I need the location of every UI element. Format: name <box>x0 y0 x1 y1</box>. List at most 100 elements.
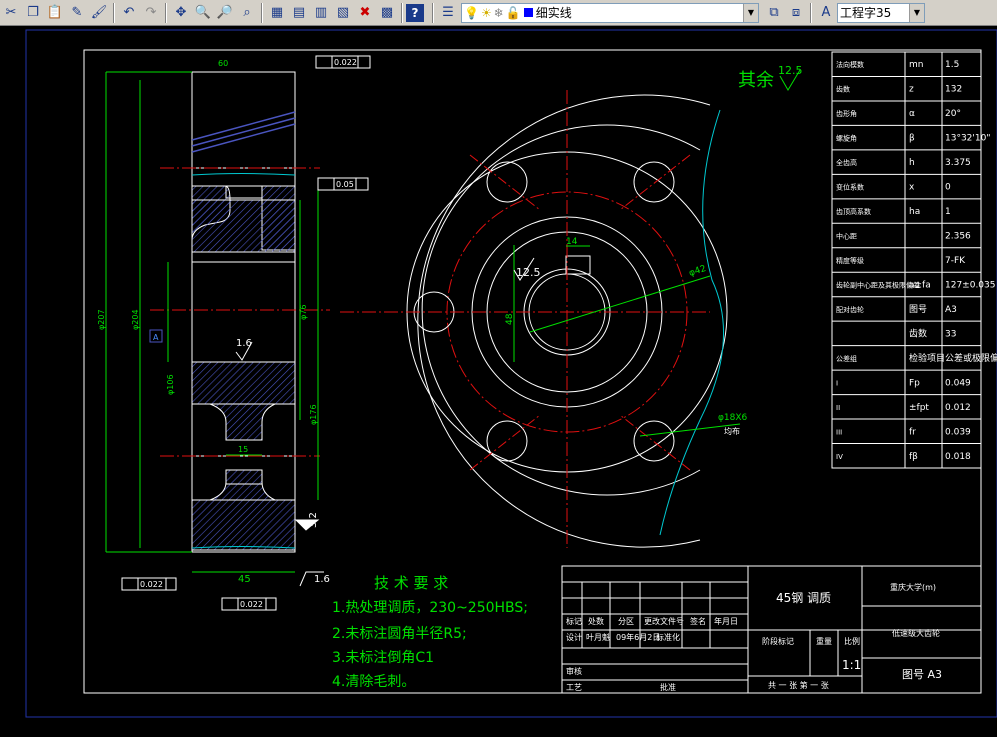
param-sym-cell: a±fa <box>909 280 931 290</box>
pan-icon[interactable]: ✥ <box>170 2 192 24</box>
datum-a: A <box>153 333 159 342</box>
param-val-cell: 0.049 <box>945 378 971 388</box>
label-scale: 比例 <box>844 636 860 646</box>
tech-requirements: 技 术 要 求 1.热处理调质，230~250HBS; 2.未标注圆角半径R5;… <box>332 574 528 690</box>
param-sym-cell: fr <box>909 427 916 437</box>
part-name: 低速级大齿轮 <box>892 628 940 638</box>
param-val-cell: 1.5 <box>945 60 959 70</box>
label-mark: 标记 <box>566 616 582 626</box>
dimensions-front: 48 14 φ42 φ18X6 均布 12.5 <box>505 237 748 437</box>
keyway-depth: 48 <box>505 313 515 325</box>
sheet-set-icon[interactable]: ▧ <box>332 2 354 24</box>
param-sym-cell: fβ <box>909 452 918 462</box>
param-sym-cell: ha <box>909 207 920 217</box>
text-style-name: 工程字35 <box>840 6 892 20</box>
paste-icon[interactable]: 📋 <box>44 2 66 24</box>
hole-bore: φ42 <box>688 264 708 279</box>
material: 45钢 调质 <box>776 591 831 605</box>
param-name-cell: 全齿高 <box>836 158 857 167</box>
help-icon[interactable]: ? <box>406 3 424 22</box>
layer-prev-icon[interactable]: ⧉ <box>763 2 785 24</box>
param-name-cell: 配对齿轮 <box>836 305 864 314</box>
dim-207: φ207 <box>97 309 106 330</box>
zoom-realtime-icon[interactable]: 🔍 <box>192 2 214 24</box>
param-sym-cell: mn <box>909 60 923 70</box>
sun-icon: ☀ <box>480 5 492 20</box>
tech-req-title: 技 术 要 求 <box>374 574 448 592</box>
tol-4: 0.022 <box>240 600 263 609</box>
param-sym-cell: α <box>909 109 915 119</box>
param-val-cell: 33 <box>945 329 956 339</box>
copy-icon[interactable]: ❐ <box>22 2 44 24</box>
separator <box>810 2 812 23</box>
param-sym-cell: 齿数 <box>909 327 927 339</box>
match-prop-icon[interactable]: ✎ <box>66 2 88 24</box>
label-design: 设计 <box>566 632 582 642</box>
label-approve: 批准 <box>660 682 676 692</box>
param-name-cell: 齿形角 <box>836 109 857 118</box>
text-style-dropdown[interactable]: 工程字35 ▼ <box>837 2 925 23</box>
param-name-cell: 法向模数 <box>836 60 864 69</box>
param-name-cell: III <box>836 428 842 436</box>
lock-icon: 🔓 <box>505 5 521 20</box>
dim-204: φ204 <box>131 309 140 330</box>
calculator-icon[interactable]: ▩ <box>376 2 398 24</box>
std: 标准化 <box>656 632 680 642</box>
label-zone: 分区 <box>618 617 634 626</box>
redo-icon[interactable]: ↷ <box>140 2 162 24</box>
title-block: 45钢 调质 重庆大学(m) 低速级大齿轮 图号 A3 1:1 共 一 张 第 … <box>561 565 982 694</box>
keyway-width: 14 <box>566 237 578 247</box>
separator <box>165 2 167 23</box>
param-val-cell: 132 <box>945 85 962 95</box>
markup-icon[interactable]: ✖ <box>354 2 376 24</box>
holes-label: φ18X6 <box>718 413 748 423</box>
holes-note: 均布 <box>724 426 740 436</box>
bulb-icon: 💡 <box>464 5 479 20</box>
layer-dropdown[interactable]: 💡 ☀ ❄ 🔓 细实线 ▼ <box>461 2 759 23</box>
param-val-cell: 13°32'10" <box>945 134 990 144</box>
undo-icon[interactable]: ↶ <box>118 2 140 24</box>
param-name-cell: 中心距 <box>836 232 857 241</box>
param-sym-cell: z <box>909 85 914 95</box>
param-sym-cell: h <box>909 158 915 168</box>
layer-states-icon[interactable]: ⧈ <box>785 2 807 24</box>
cut-icon[interactable]: ✂ <box>0 2 22 24</box>
tech-req-1: 1.热处理调质，230~250HBS; <box>332 600 528 616</box>
company: 重庆大学(m) <box>890 582 936 592</box>
color-icon <box>523 8 533 17</box>
chevron-down-icon[interactable]: ▼ <box>743 3 758 22</box>
design-center-icon[interactable]: ▤ <box>288 2 310 24</box>
roughness-other-label: 其余 <box>738 70 774 91</box>
param-name-cell: IV <box>836 453 843 461</box>
layer-manager-icon[interactable]: ☰ <box>437 2 459 24</box>
zoom-previous-icon[interactable]: ⌕ <box>236 2 258 24</box>
brush-icon[interactable]: 🖌 <box>88 2 110 24</box>
separator <box>432 2 434 23</box>
separator <box>401 2 403 23</box>
chevron-down-icon[interactable]: ▼ <box>909 3 924 22</box>
zoom-window-icon[interactable]: 🔎 <box>214 2 236 24</box>
param-name-cell: II <box>836 404 840 412</box>
properties-icon[interactable]: ▦ <box>266 2 288 24</box>
param-name-cell: I <box>836 379 838 387</box>
label-process: 工艺 <box>566 683 582 692</box>
param-sym-cell: β <box>909 134 915 144</box>
param-val-cell: 公差或极限偏差 <box>945 352 997 364</box>
tech-req-4: 4.清除毛刺。 <box>332 674 415 690</box>
tool-palettes-icon[interactable]: ▥ <box>310 2 332 24</box>
drawing-canvas[interactable]: φ207 φ204 φ106 φ76 φ176 15 45 60 1.6 3.2… <box>0 26 997 733</box>
label-check: 审核 <box>566 666 582 676</box>
text-style-icon[interactable]: A <box>815 2 837 24</box>
dim-176: φ176 <box>309 404 318 425</box>
parameter-table: 法向模数 mn 1.5 齿数 z 132 齿形角 α 20° 螺旋角 β 13°32'10" 全齿高 h 3… <box>831 51 997 469</box>
separator <box>261 2 263 23</box>
param-val-cell: 3.375 <box>945 158 971 168</box>
cad-drawing: φ207 φ204 φ106 φ76 φ176 15 45 60 1.6 3.2… <box>25 29 997 718</box>
param-name-cell: 变位系数 <box>836 183 864 192</box>
param-val-cell: 0.012 <box>945 403 971 413</box>
tol-2: 0.05 <box>336 180 354 189</box>
param-name-cell: 齿数 <box>836 85 850 94</box>
drawing-no: 图号 A3 <box>902 668 942 681</box>
param-val-cell: 127±0.035 <box>945 280 995 290</box>
param-sym-cell: ±fpt <box>909 403 929 413</box>
